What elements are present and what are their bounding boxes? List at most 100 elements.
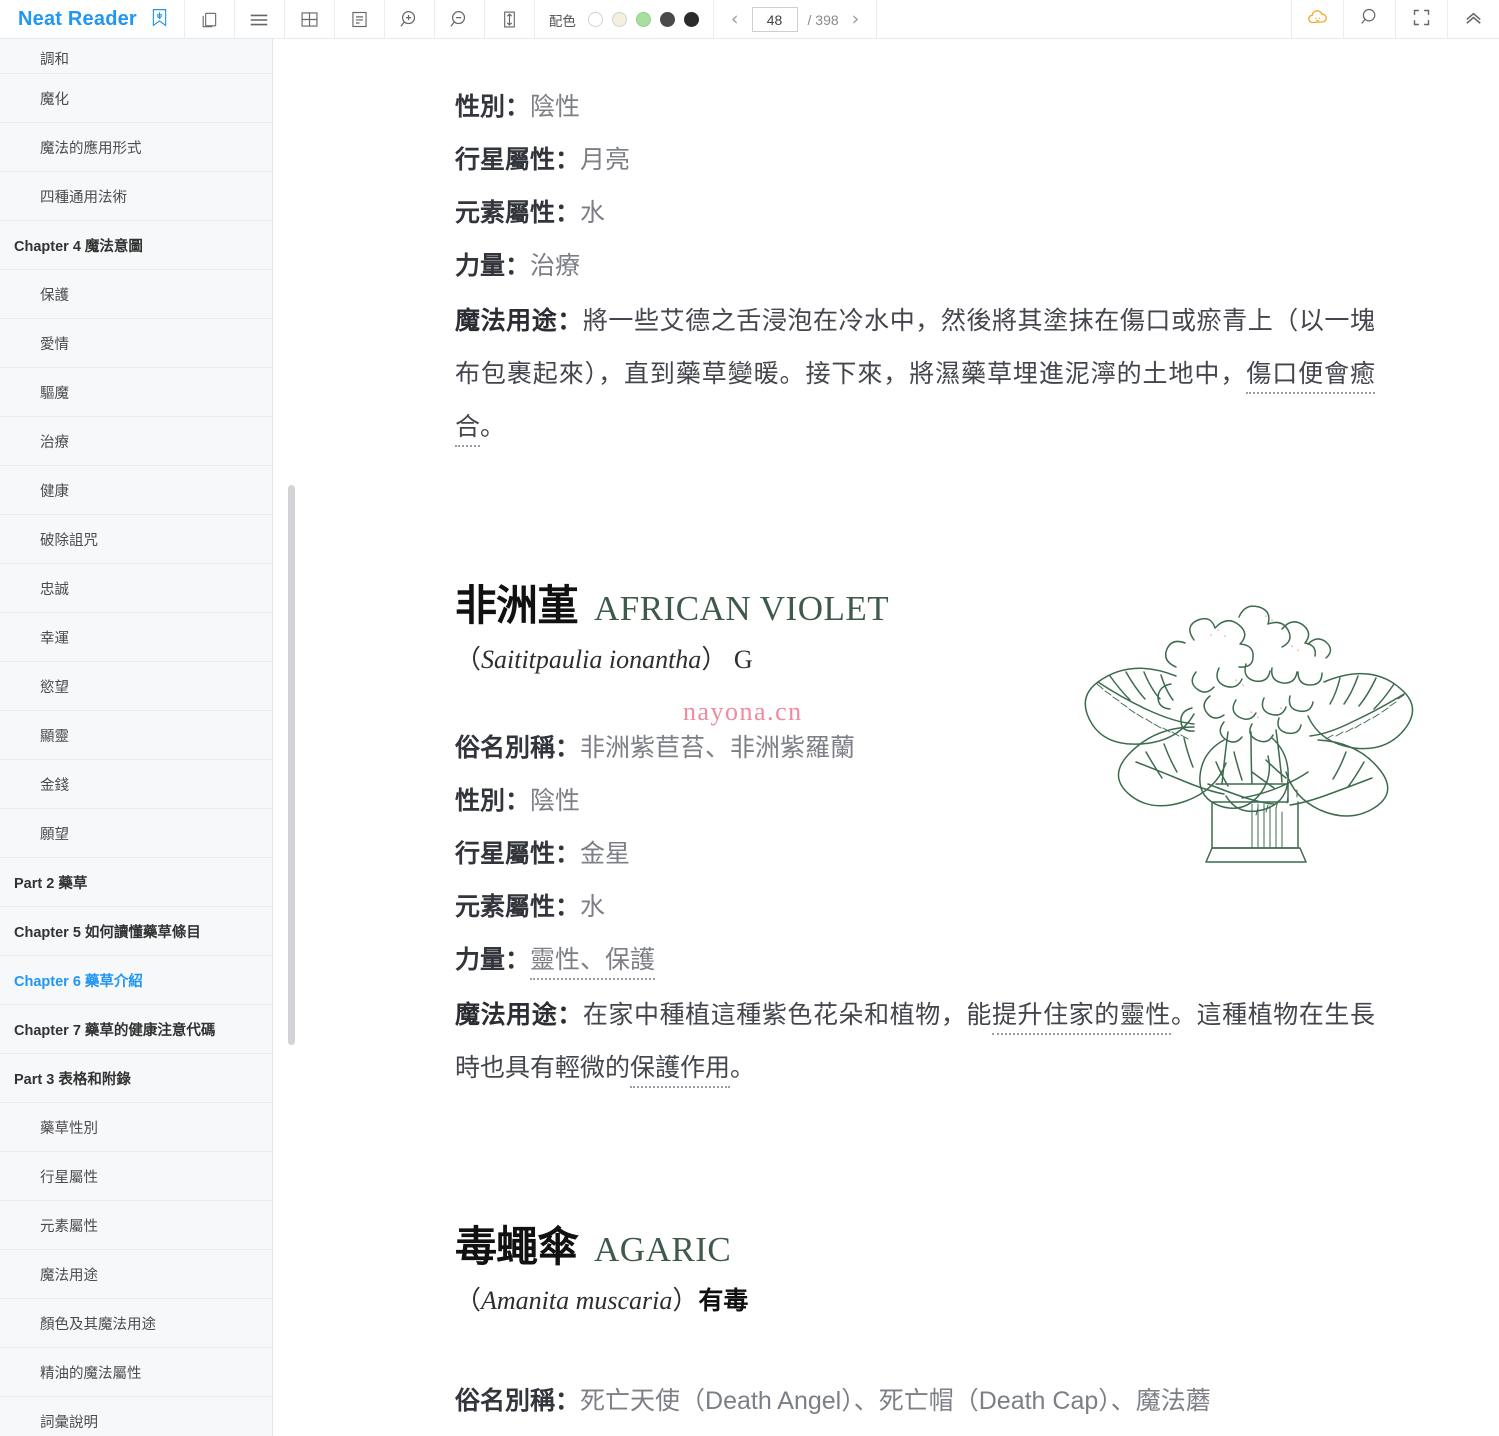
toc-item[interactable]: 元素屬性: [0, 1201, 272, 1250]
zoom-in-icon[interactable]: [398, 8, 421, 31]
toc-item[interactable]: Chapter 6 藥草介紹: [0, 956, 272, 1005]
attribute-row: 俗名別稱：死亡天使（Death Angel）、死亡帽（Death Cap）、魔法…: [455, 1375, 1439, 1428]
attribute-value: 陰性: [530, 787, 581, 815]
toc-item-label: 魔法的應用形式: [40, 140, 142, 157]
toc-item[interactable]: Chapter 5 如何讀懂藥草條目: [0, 907, 272, 956]
toc-item[interactable]: 保護: [0, 270, 272, 319]
usage-emphasis: 提升住家的靈性: [991, 1001, 1171, 1035]
search-cell[interactable]: [1343, 0, 1395, 39]
attribute-value: 死亡天使（Death Angel）、死亡帽（Death Cap）、魔法蘑: [580, 1387, 1211, 1415]
bookmark-save-icon[interactable]: [149, 7, 170, 33]
entry-english-name: AFRICAN VIOLET: [594, 589, 890, 628]
notes-panel-icon[interactable]: [349, 9, 370, 30]
collapse-toolbar-cell[interactable]: [1447, 0, 1499, 39]
toc-item[interactable]: 驅魔: [0, 368, 272, 417]
table-of-contents-sidebar[interactable]: 調和魔化魔法的應用形式四種通用法術 Chapter 4 魔法意圖 保護 愛情 驅魔治療健…: [0, 39, 273, 1436]
collapse-toolbar-icon[interactable]: [1462, 6, 1485, 34]
toc-item[interactable]: 魔化: [0, 74, 272, 123]
toc-item[interactable]: 行星屬性: [0, 1152, 272, 1201]
attribute-label: 行星屬性：: [455, 840, 581, 868]
attribute-label: 力量：: [455, 252, 531, 280]
paren-open: （: [455, 1286, 482, 1315]
toc-item[interactable]: 藥草性別: [0, 1103, 272, 1152]
pagination-group: ‹ / 398 ›: [714, 0, 878, 39]
toc-item[interactable]: 精油的魔法屬性: [0, 1348, 272, 1397]
toc-item-label: 治療: [40, 434, 69, 451]
attribute-value: 月亮: [580, 146, 631, 174]
toc-item-label: 藥草性別: [40, 1120, 98, 1137]
magic-usage-paragraph-previous: 魔法用途：將一些艾德之舌浸泡在冷水中，然後將其塗抹在傷口或瘀青上（以一塊布包裹起…: [455, 295, 1375, 454]
fullscreen-cell[interactable]: [1395, 0, 1447, 39]
entry-attributes-agaric: 俗名別稱：死亡天使（Death Angel）、死亡帽（Death Cap）、魔法…: [455, 1375, 1439, 1428]
toc-item[interactable]: 調和: [0, 39, 272, 74]
toc-item[interactable]: 魔法的應用形式: [0, 123, 272, 172]
attribute-value: 治療: [530, 252, 581, 280]
toc-item[interactable]: 幸運: [0, 613, 272, 662]
fit-height-icon[interactable]: [499, 9, 520, 30]
scheme-dot-darkgray[interactable]: [659, 12, 675, 27]
toc-item-label: 元素屬性: [40, 1218, 98, 1235]
latin-binomial: Amanita muscaria: [481, 1286, 673, 1315]
entry-title-row: 毒蠅傘 AGARIC: [455, 1213, 1439, 1274]
toc-item[interactable]: 破除詛咒: [0, 515, 272, 564]
toc-item[interactable]: Chapter 7 藥草的健康注意代碼: [0, 1005, 272, 1054]
cloud-sync-cell[interactable]: [1291, 0, 1343, 39]
attribute-row: 力量：靈性、保護: [455, 934, 1439, 987]
toc-list-icon[interactable]: [248, 9, 270, 31]
toc-item[interactable]: 健康: [0, 466, 272, 515]
toc-item[interactable]: 治療: [0, 417, 272, 466]
scheme-dot-cream[interactable]: [611, 12, 627, 27]
toc-item[interactable]: 四種通用法術: [0, 172, 272, 221]
toc-item-label: 精油的魔法屬性: [40, 1365, 142, 1382]
toc-item[interactable]: 金錢: [0, 760, 272, 809]
toc-item-label: 顏色及其魔法用途: [40, 1316, 156, 1333]
copy-icon[interactable]: [199, 10, 219, 30]
reader-pane[interactable]: 性別：陰性 行星屬性：月亮 元素屬性：水 力量：治療 魔法用途：將一些艾德之舌浸…: [310, 39, 1499, 1436]
grid-layout-icon[interactable]: [299, 9, 320, 30]
notes-panel-icon-cell[interactable]: [335, 0, 385, 39]
toc-list: 調和魔化魔法的應用形式四種通用法術 Chapter 4 魔法意圖 保護 愛情 驅魔治療健…: [0, 39, 272, 1436]
toc-item[interactable]: Chapter 4 魔法意圖: [0, 221, 272, 270]
scheme-dot-black[interactable]: [683, 12, 699, 27]
attribute-row: 元素屬性：水: [455, 187, 1439, 240]
toc-item[interactable]: 魔法用途: [0, 1250, 272, 1299]
fit-height-icon-cell[interactable]: [485, 0, 535, 39]
toc-item[interactable]: 詞彙說明: [0, 1397, 272, 1436]
cloud-sync-icon[interactable]: [1306, 5, 1330, 34]
toc-item-label: 調和: [40, 52, 69, 68]
toc-item-label: 魔化: [40, 91, 69, 108]
sidebar-scrollbar-thumb[interactable]: [288, 485, 295, 1045]
toc-item[interactable]: 顯靈: [0, 711, 272, 760]
next-page-button[interactable]: ›: [849, 10, 863, 29]
toc-list-icon-cell[interactable]: [235, 0, 285, 39]
paren-close: ）: [701, 645, 728, 674]
toc-item-label: 顯靈: [40, 728, 69, 745]
toc-item[interactable]: Part 2 藥草: [0, 858, 272, 907]
zoom-out-icon-cell[interactable]: [435, 0, 485, 39]
toc-item[interactable]: 慾望: [0, 662, 272, 711]
scheme-dot-green[interactable]: [635, 12, 651, 27]
toc-item-label: Chapter 5 如何讀懂藥草條目: [14, 924, 201, 941]
toc-item[interactable]: 忠誠: [0, 564, 272, 613]
attribute-value: 靈性、保護: [530, 946, 656, 980]
copy-icon-cell[interactable]: [185, 0, 235, 39]
toc-item[interactable]: 願望: [0, 809, 272, 858]
search-icon[interactable]: [1359, 6, 1381, 33]
attribute-row: 元素屬性：水: [455, 881, 1439, 934]
fullscreen-icon[interactable]: [1411, 7, 1432, 33]
magic-usage-paragraph-violet: 魔法用途：在家中種植這種紫色花朵和植物，能提升住家的靈性。這種植物在生長時也具有…: [455, 989, 1375, 1095]
attribute-label: 元素屬性：: [455, 893, 581, 921]
zoom-in-icon-cell[interactable]: [385, 0, 435, 39]
toc-item[interactable]: Part 3 表格和附錄: [0, 1054, 272, 1103]
watermark: nayona.cn: [683, 697, 803, 726]
attribute-label: 力量：: [455, 946, 531, 974]
grid-layout-icon-cell[interactable]: [285, 0, 335, 39]
toc-item[interactable]: 顏色及其魔法用途: [0, 1299, 272, 1348]
toc-item[interactable]: 愛情: [0, 319, 272, 368]
prev-page-button[interactable]: ‹: [728, 10, 742, 29]
scheme-dot-white[interactable]: [587, 12, 603, 27]
zoom-out-icon[interactable]: [448, 8, 471, 31]
toc-item-label: 健康: [40, 483, 69, 500]
toc-item-label: 願望: [40, 826, 69, 843]
page-number-input[interactable]: [751, 7, 798, 32]
